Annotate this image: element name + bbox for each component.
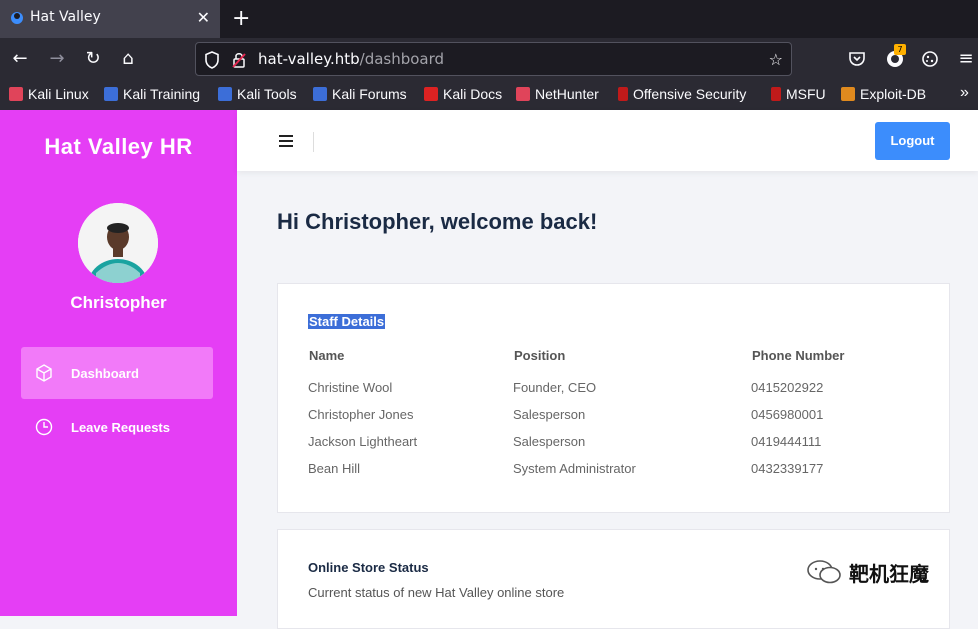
exploit-db-icon <box>841 87 855 101</box>
staff-details-card: Staff Details Name Position Phone Number… <box>277 283 950 513</box>
back-icon[interactable]: ← <box>9 48 31 70</box>
bookmarks-bar: Kali Linux Kali Training Kali Tools Kali… <box>0 80 978 110</box>
logout-button[interactable]: Logout <box>875 122 950 160</box>
site-favicon-icon <box>11 12 23 24</box>
cell-position: System Administrator <box>513 461 636 476</box>
card-title: Online Store Status <box>308 560 429 575</box>
cell-position: Founder, CEO <box>513 380 597 395</box>
user-photo <box>78 203 158 283</box>
bookmark-kali-docs[interactable]: Kali Docs <box>424 86 502 102</box>
cell-position: Salesperson <box>513 407 586 422</box>
cell-phone: 0415202922 <box>751 380 824 395</box>
browser-tab-bar: Hat Valley ✕ + <box>0 0 978 38</box>
kali-forums-icon <box>313 87 327 101</box>
top-bar: Logout <box>237 110 978 171</box>
brand-title: Hat Valley HR <box>44 134 193 159</box>
bookmark-offensive-security[interactable]: Offensive Security <box>618 86 746 102</box>
cell-name: Christine Wool <box>308 380 393 395</box>
cube-icon <box>36 364 52 382</box>
watermark-text: 靶机狂魔 <box>848 562 929 586</box>
sidebar: Hat Valley HR Christopher Dashboard Leav… <box>0 110 237 616</box>
sidebar-item-label: Leave Requests <box>71 420 170 435</box>
bookmark-kali-tools[interactable]: Kali Tools <box>218 86 297 102</box>
card-subtitle: Current status of new Hat Valley online … <box>308 585 565 600</box>
cell-phone: 0419444111 <box>751 434 822 449</box>
hamburger-icon[interactable] <box>279 134 295 148</box>
watermark: 靶机狂魔 <box>806 558 929 587</box>
bookmark-kali-linux[interactable]: Kali Linux <box>9 86 89 102</box>
kali-training-icon <box>104 87 118 101</box>
cookie-icon[interactable] <box>921 50 939 68</box>
divider <box>313 132 314 152</box>
url-bar[interactable]: hat-valley.htb/dashboard ☆ <box>195 42 792 76</box>
offsec-icon <box>618 87 628 101</box>
bookmark-star-icon[interactable]: ☆ <box>769 50 783 69</box>
kali-icon <box>9 87 23 101</box>
tab-title: Hat Valley <box>30 9 101 25</box>
nethunter-icon <box>516 87 530 101</box>
bookmark-kali-forums[interactable]: Kali Forums <box>313 86 407 102</box>
forward-icon[interactable]: → <box>46 48 68 70</box>
bookmark-kali-training[interactable]: Kali Training <box>104 86 200 102</box>
kali-tools-icon <box>218 87 232 101</box>
sidebar-item-label: Dashboard <box>71 366 139 381</box>
page-title: Hi Christopher, welcome back! <box>277 209 598 234</box>
cell-name: Jackson Lightheart <box>308 434 418 449</box>
bookmark-exploit-db[interactable]: Exploit-DB <box>841 86 926 102</box>
insecure-lock-icon[interactable] <box>232 51 246 69</box>
kali-docs-icon <box>424 87 438 101</box>
cell-phone: 0432339177 <box>751 461 824 476</box>
menu-icon[interactable]: ≡ <box>955 48 977 70</box>
browser-nav-bar: ← → ↻ ⌂ hat-valley.htb/dashboard ☆ ≡ <box>0 38 978 80</box>
column-header-position: Position <box>514 348 566 363</box>
sidebar-item-dashboard[interactable]: Dashboard <box>21 347 213 399</box>
sidebar-item-leave-requests[interactable]: Leave Requests <box>21 401 213 453</box>
wechat-icon <box>807 560 841 584</box>
card-title: Staff Details <box>308 314 386 329</box>
column-header-name: Name <box>309 348 345 363</box>
cell-name: Bean Hill <box>308 461 361 476</box>
extension-badge: 7 <box>894 44 906 55</box>
shield-icon[interactable] <box>204 51 220 69</box>
url-text: hat-valley.htb/dashboard <box>258 50 445 68</box>
pocket-icon[interactable] <box>848 50 866 68</box>
home-icon[interactable]: ⌂ <box>117 48 139 70</box>
tab-close-icon[interactable]: ✕ <box>197 8 210 27</box>
avatar <box>78 203 158 283</box>
cell-phone: 0456980001 <box>751 407 824 422</box>
cell-name: Christopher Jones <box>308 407 414 422</box>
reload-icon[interactable]: ↻ <box>82 48 104 70</box>
bookmarks-overflow-icon[interactable]: » <box>960 84 969 102</box>
bookmark-nethunter[interactable]: NetHunter <box>516 86 599 102</box>
msfu-icon <box>771 87 781 101</box>
user-name: Christopher <box>70 293 167 312</box>
column-header-phone: Phone Number <box>752 348 845 363</box>
new-tab-icon[interactable]: + <box>232 6 250 31</box>
cell-position: Salesperson <box>513 434 586 449</box>
clock-icon <box>35 418 53 436</box>
bookmark-msfu[interactable]: MSFU <box>771 86 826 102</box>
browser-tab[interactable]: Hat Valley ✕ <box>0 0 220 38</box>
